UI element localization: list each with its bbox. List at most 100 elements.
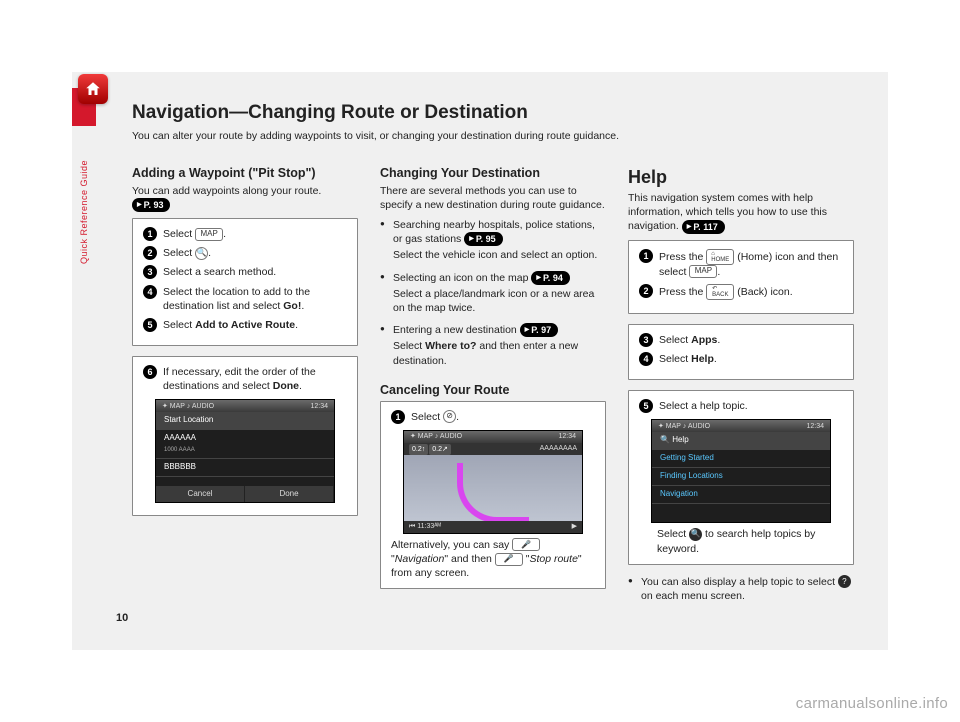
bar-clock: 12:34 [310,402,328,411]
help-box-c: 5 Select a help topic. ✦ MAP ♪ AUDIO 12:… [628,390,854,565]
txt-bold: Done [273,380,299,392]
step-6: 6 If necessary, edit the order of the de… [143,365,347,393]
voice-icon: 🎤 [495,553,523,566]
steps-list-2: 6 If necessary, edit the order of the de… [143,365,347,393]
help-steps-c: 5 Select a help topic. [639,399,843,413]
map-top-band: 0.2↑0.2↗ AAAAAAAA [404,443,582,455]
watermark: carmanualsonline.info [796,694,948,714]
subline: Select Where to? and then enter a new de… [393,339,606,367]
screenshot-edit-route: ✦ MAP ♪ AUDIO 12:34 Start Location AAAAA… [155,399,335,503]
intro-help: This navigation system comes with help i… [628,191,854,234]
page-ref-pill[interactable]: P. 117 [682,220,725,234]
play-icon: ▶ [572,522,577,531]
txt: Help [672,435,688,444]
shot-statusbar: ✦ MAP ♪ AUDIO 12:34 [156,400,334,412]
txt: Select [163,319,195,331]
shot-cancel-button: Cancel [156,486,245,503]
shot-body: 🔍 Help Getting Started Finding Locations… [652,432,830,522]
step-num-3: 3 [639,333,653,347]
shot-body: Start Location AAAAAA 1000 AAAA BBBBBB C… [156,412,334,502]
voice-icon: 🎤 [512,538,540,551]
bar-left: ✦ MAP ♪ AUDIO [658,422,710,431]
help-bullets: You can also display a help topic to sel… [628,575,854,603]
txt: Select [163,247,195,259]
bar-clock: 12:34 [806,422,824,431]
txt: Selecting an icon on the map [393,272,531,284]
steps-list-1: 1 Select MAP. 2 Select 🔍. 3 Select a sea… [143,227,347,332]
map-bottom-band: ⏮ 11:33ᴬᴹ ▶ [404,521,582,533]
txt: . [717,334,720,346]
home-icon [84,80,102,98]
txt: Press the [659,286,706,298]
step-num-1: 1 [391,410,405,424]
shot-map-body: 0.2↑0.2↗ AAAAAAAA ⏮ 11:33ᴬᴹ ▶ [404,443,582,533]
help-row: Navigation [652,486,830,504]
txt: . [301,300,304,312]
page-number: 10 [116,611,128,626]
change-bullets: Searching nearby hospitals, police stati… [380,218,606,368]
txt: . [456,411,459,423]
col-changing-destination: Changing Your Destination There are seve… [380,165,606,611]
help-steps-a: 1 Press the ⌂HOME (Home) icon and then s… [639,249,843,300]
page-ref-pill[interactable]: P. 97 [520,323,558,337]
shot-statusbar: ✦ MAP ♪ AUDIO 12:34 [652,420,830,432]
help-bullet: You can also display a help topic to sel… [628,575,854,603]
help-box-b: 3 Select Apps. 4 Select Help. [628,324,854,380]
txt: Press the [659,250,706,262]
help-question-icon: ? [838,575,851,588]
help-box-a: 1 Press the ⌂HOME (Home) icon and then s… [628,240,854,314]
page-ref-pill[interactable]: P. 94 [531,271,569,285]
help-step-1: 1 Press the ⌂HOME (Home) icon and then s… [639,249,843,279]
txt: Alternatively, you can say [391,539,512,551]
step-num-6: 6 [143,365,157,379]
page-ref-pill[interactable]: P. 95 [464,232,502,246]
route-line [457,463,528,523]
screenshot-help: ✦ MAP ♪ AUDIO 12:34 🔍 Help Getting Start… [651,419,831,523]
home-button[interactable] [78,74,108,104]
page-subtitle: You can alter your route by adding waypo… [132,129,854,143]
dest-label: AAAAAAAA [540,444,577,453]
bar-left: ✦ MAP ♪ AUDIO [162,402,214,411]
step-num-2: 2 [639,284,653,298]
shot-statusbar: ✦ MAP ♪ AUDIO 12:34 [404,431,582,443]
step-num-1: 1 [143,227,157,241]
heading-help: Help [628,165,854,189]
txt-bold: Add to Active Route [195,319,295,331]
bullet-search-nearby: Searching nearby hospitals, police stati… [380,218,606,263]
col-help: Help This navigation system comes with h… [628,165,854,611]
cancel-box: 1 Select ⊘. ✦ MAP ♪ AUDIO 12:34 0 [380,401,606,590]
txt-italic: Stop route [529,553,577,565]
step-num-4: 4 [143,285,157,299]
txt: Select a search method. [163,266,276,278]
help-step-5: 5 Select a help topic. [639,399,843,413]
page-title: Navigation—Changing Route or Destination [132,100,854,126]
txt: . [223,228,226,240]
heading-changing-destination: Changing Your Destination [380,165,606,182]
subline: Select the vehicle icon and select an op… [393,248,606,262]
txt: . [717,266,720,278]
cancel-step-1: 1 Select ⊘. [391,410,595,424]
turn-tag: 0.2↗ [429,444,451,455]
subline: Select a place/landmark icon or a new ar… [393,287,606,315]
row-2: BBBBBB [156,459,334,477]
map-chip: MAP [689,265,717,278]
home-icon: ⌂HOME [706,249,734,265]
txt: Select a help topic. [659,400,748,412]
steps-box-2: 6 If necessary, edit the order of the de… [132,356,358,516]
txt: . [295,319,298,331]
page-ref-pill[interactable]: P. 93 [132,198,170,212]
help-row: Finding Locations [652,468,830,486]
intro-text: You can add waypoints along your route. [132,185,321,197]
help-step-4: 4 Select Help. [639,352,843,366]
bullet-map-icon: Selecting an icon on the map P. 94 Selec… [380,271,606,316]
txt: . [714,353,717,365]
intro-changing-destination: There are several methods you can use to… [380,184,606,212]
bar-clock: 12:34 [558,432,576,441]
heading-canceling-route: Canceling Your Route [380,382,606,399]
eta: ⏮ 11:33ᴬᴹ [409,522,441,531]
bar-left: ✦ MAP ♪ AUDIO [410,432,462,441]
step-2: 2 Select 🔍. [143,246,347,260]
help-step-2: 2 Press the ↶BACK (Back) icon. [639,284,843,300]
turn-tags: 0.2↑0.2↗ [409,443,452,456]
txt: Select [657,528,689,540]
